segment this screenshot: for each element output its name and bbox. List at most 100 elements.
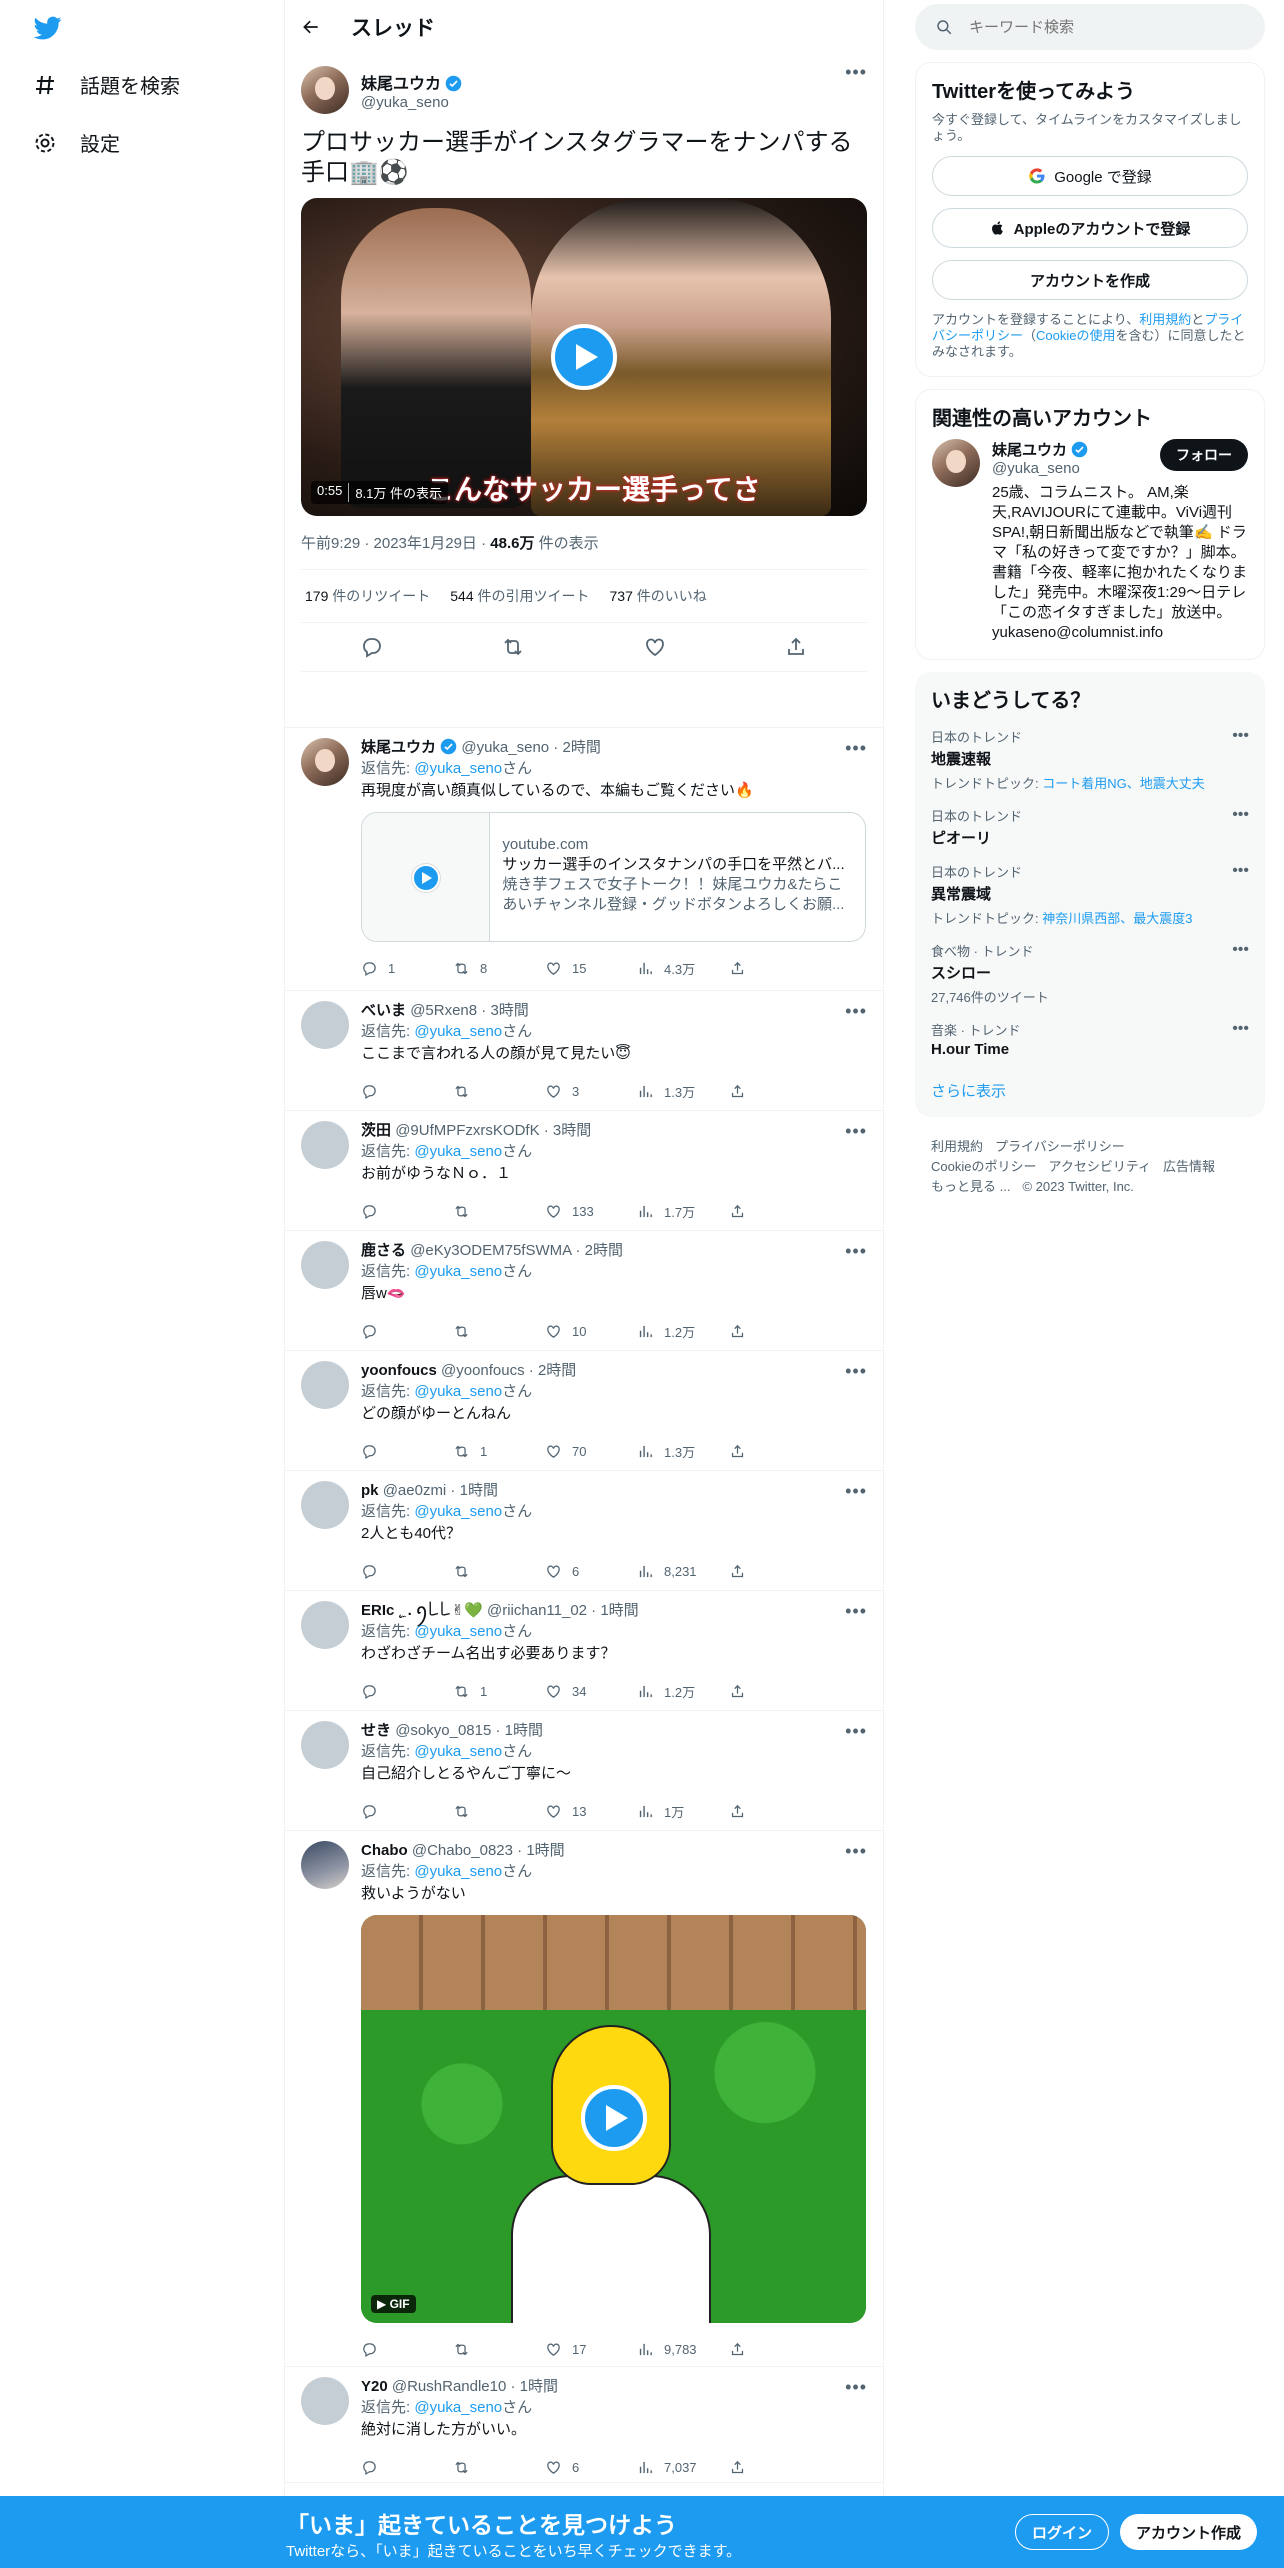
reply-to-link[interactable]: @yuka_seno [414, 1863, 502, 1880]
reply-author-name[interactable]: 茨田 [361, 1122, 391, 1139]
more-options-icon[interactable]: ••• [1232, 806, 1249, 824]
reply-author-handle[interactable]: @yuka_seno · 2時間 [461, 739, 600, 756]
quotes-stat[interactable]: 544 件の引用ツイート [450, 586, 589, 606]
reply-to-link[interactable]: @yuka_seno [414, 1023, 502, 1040]
reply-author-name[interactable]: Y20 [361, 2378, 388, 2395]
reply-to-link[interactable]: @yuka_seno [414, 1263, 502, 1280]
reply-action[interactable] [361, 1563, 453, 1580]
views-action[interactable]: 7,037 [637, 2459, 729, 2476]
trend-item[interactable]: 日本のトレンド 異常震域 トレンドトピック: 神奈川県西部、最大震度3 ••• [931, 862, 1249, 927]
like-action[interactable]: 3 [545, 1083, 637, 1100]
reply-to-link[interactable]: @yuka_seno [414, 1143, 502, 1160]
like-action[interactable]: 34 [545, 1683, 637, 1700]
reply-author-handle[interactable]: @sokyo_0815 · 1時間 [395, 1722, 543, 1739]
reply-action[interactable] [361, 1083, 453, 1100]
footer-ads[interactable]: 広告情報 [1163, 1159, 1215, 1174]
footer-terms[interactable]: 利用規約 [931, 1139, 983, 1154]
retweet-action[interactable] [453, 1563, 545, 1580]
more-options-icon[interactable]: ••• [845, 2377, 867, 2398]
share-action[interactable] [729, 1323, 746, 1340]
trend-item[interactable]: 日本のトレンド ピオーリ ••• [931, 806, 1249, 848]
create-account-button[interactable]: アカウントを作成 [932, 260, 1248, 300]
reply-author-name[interactable]: yoonfoucs [361, 1362, 437, 1379]
more-options-icon[interactable]: ••• [845, 62, 867, 83]
avatar[interactable] [932, 439, 980, 487]
trend-item[interactable]: 食べ物 · トレンド スシロー 27,746件のツイート ••• [931, 941, 1249, 1006]
like-action[interactable]: 6 [545, 2459, 637, 2476]
more-options-icon[interactable]: ••• [845, 1361, 867, 1382]
more-options-icon[interactable]: ••• [845, 1121, 867, 1142]
retweet-action[interactable] [453, 2459, 545, 2476]
trend-topic-link[interactable]: 神奈川県西部、最大震度3 [1042, 911, 1192, 926]
avatar[interactable] [301, 1841, 349, 1889]
like-action[interactable]: 10 [545, 1323, 637, 1340]
more-options-icon[interactable]: ••• [1232, 941, 1249, 959]
reply-icon[interactable] [360, 635, 384, 659]
views-action[interactable]: 4.3万 [637, 959, 729, 978]
views-action[interactable]: 9,783 [637, 2341, 729, 2358]
reply-tweet[interactable]: 茨田 @9UfMPFzxrsKODfK · 3時間 返信先: @yuka_sen… [285, 1111, 883, 1231]
twitter-logo-icon[interactable] [32, 14, 64, 42]
avatar[interactable] [301, 1361, 349, 1409]
more-options-icon[interactable]: ••• [845, 1601, 867, 1622]
retweet-action[interactable]: 8 [453, 960, 545, 977]
share-action[interactable] [729, 960, 746, 977]
footer-cookie[interactable]: Cookieのポリシー [931, 1159, 1036, 1174]
retweet-action[interactable] [453, 1803, 545, 1820]
author-name[interactable]: 妹尾ユウカ [361, 76, 441, 93]
like-action[interactable]: 13 [545, 1803, 637, 1820]
cookie-link[interactable]: Cookieの使用 [1036, 328, 1115, 343]
footer-accessibility[interactable]: アクセシビリティ [1048, 1159, 1151, 1174]
avatar[interactable] [301, 1001, 349, 1049]
views-action[interactable]: 1万 [637, 1802, 729, 1821]
reply-to-link[interactable]: @yuka_seno [414, 1383, 502, 1400]
views-action[interactable]: 1.2万 [637, 1682, 729, 1701]
reply-author-name[interactable]: ERIc ˛̼ . ꪆ꒒꒒✌💚 [361, 1602, 483, 1619]
more-options-icon[interactable]: ••• [845, 1481, 867, 1502]
more-options-icon[interactable]: ••• [1232, 727, 1249, 745]
play-button[interactable] [551, 324, 617, 390]
reply-tweet[interactable]: せき @sokyo_0815 · 1時間 返信先: @yuka_senoさん 自… [285, 1711, 883, 1831]
terms-link[interactable]: 利用規約 [1139, 312, 1191, 327]
retweet-action[interactable] [453, 2341, 545, 2358]
reply-author-handle[interactable]: @yoonfoucs · 2時間 [441, 1362, 576, 1379]
retweets-stat[interactable]: 179 件のリツイート [305, 586, 430, 606]
related-account[interactable]: 妹尾ユウカ @yuka_seno 25歳、コラムニスト。 AM,楽天,RAVIJ… [932, 439, 1248, 643]
like-action[interactable]: 70 [545, 1443, 637, 1460]
reply-author-name[interactable]: べいま [361, 1002, 406, 1019]
like-action[interactable]: 17 [545, 2341, 637, 2358]
play-button[interactable] [581, 2085, 647, 2151]
more-options-icon[interactable]: ••• [845, 1241, 867, 1262]
share-action[interactable] [729, 1203, 746, 1220]
share-action[interactable] [729, 2341, 746, 2358]
more-options-icon[interactable]: ••• [845, 1001, 867, 1022]
reply-author-name[interactable]: せき [361, 1722, 391, 1739]
back-arrow-icon[interactable] [301, 17, 321, 37]
reply-tweet[interactable]: yoonfoucs @yoonfoucs · 2時間 返信先: @yuka_se… [285, 1351, 883, 1471]
reply-to-link[interactable]: @yuka_seno [414, 760, 502, 777]
like-action[interactable]: 133 [545, 1203, 637, 1220]
like-action[interactable]: 6 [545, 1563, 637, 1580]
views-action[interactable]: 1.3万 [637, 1082, 729, 1101]
share-action[interactable] [729, 1803, 746, 1820]
trend-item[interactable]: 音楽 · トレンド H.our Time ••• [931, 1020, 1249, 1058]
avatar[interactable] [301, 738, 349, 786]
views-action[interactable]: 1.7万 [637, 1202, 729, 1221]
more-options-icon[interactable]: ••• [845, 738, 867, 759]
more-options-icon[interactable]: ••• [1232, 862, 1249, 880]
reply-action[interactable] [361, 1203, 453, 1220]
avatar[interactable] [301, 1721, 349, 1769]
avatar[interactable] [301, 1481, 349, 1529]
author-handle[interactable]: @yuka_seno [361, 94, 462, 111]
related-name[interactable]: 妹尾ユウカ [992, 442, 1067, 459]
trend-item[interactable]: 日本のトレンド 地震速報 トレンドトピック: コート着用NG、地震大丈夫 ••• [931, 727, 1249, 792]
more-options-icon[interactable]: ••• [1232, 1020, 1249, 1038]
show-more-link[interactable]: さらに表示 [931, 1080, 1249, 1101]
search-input[interactable] [969, 18, 1219, 36]
avatar[interactable] [301, 1601, 349, 1649]
nav-explore[interactable]: 話題を検索 [32, 70, 180, 99]
reply-action[interactable] [361, 1323, 453, 1340]
google-signup-button[interactable]: Google で登録 [932, 156, 1248, 196]
reply-to-link[interactable]: @yuka_seno [414, 1743, 502, 1760]
reply-to-link[interactable]: @yuka_seno [414, 2399, 502, 2416]
